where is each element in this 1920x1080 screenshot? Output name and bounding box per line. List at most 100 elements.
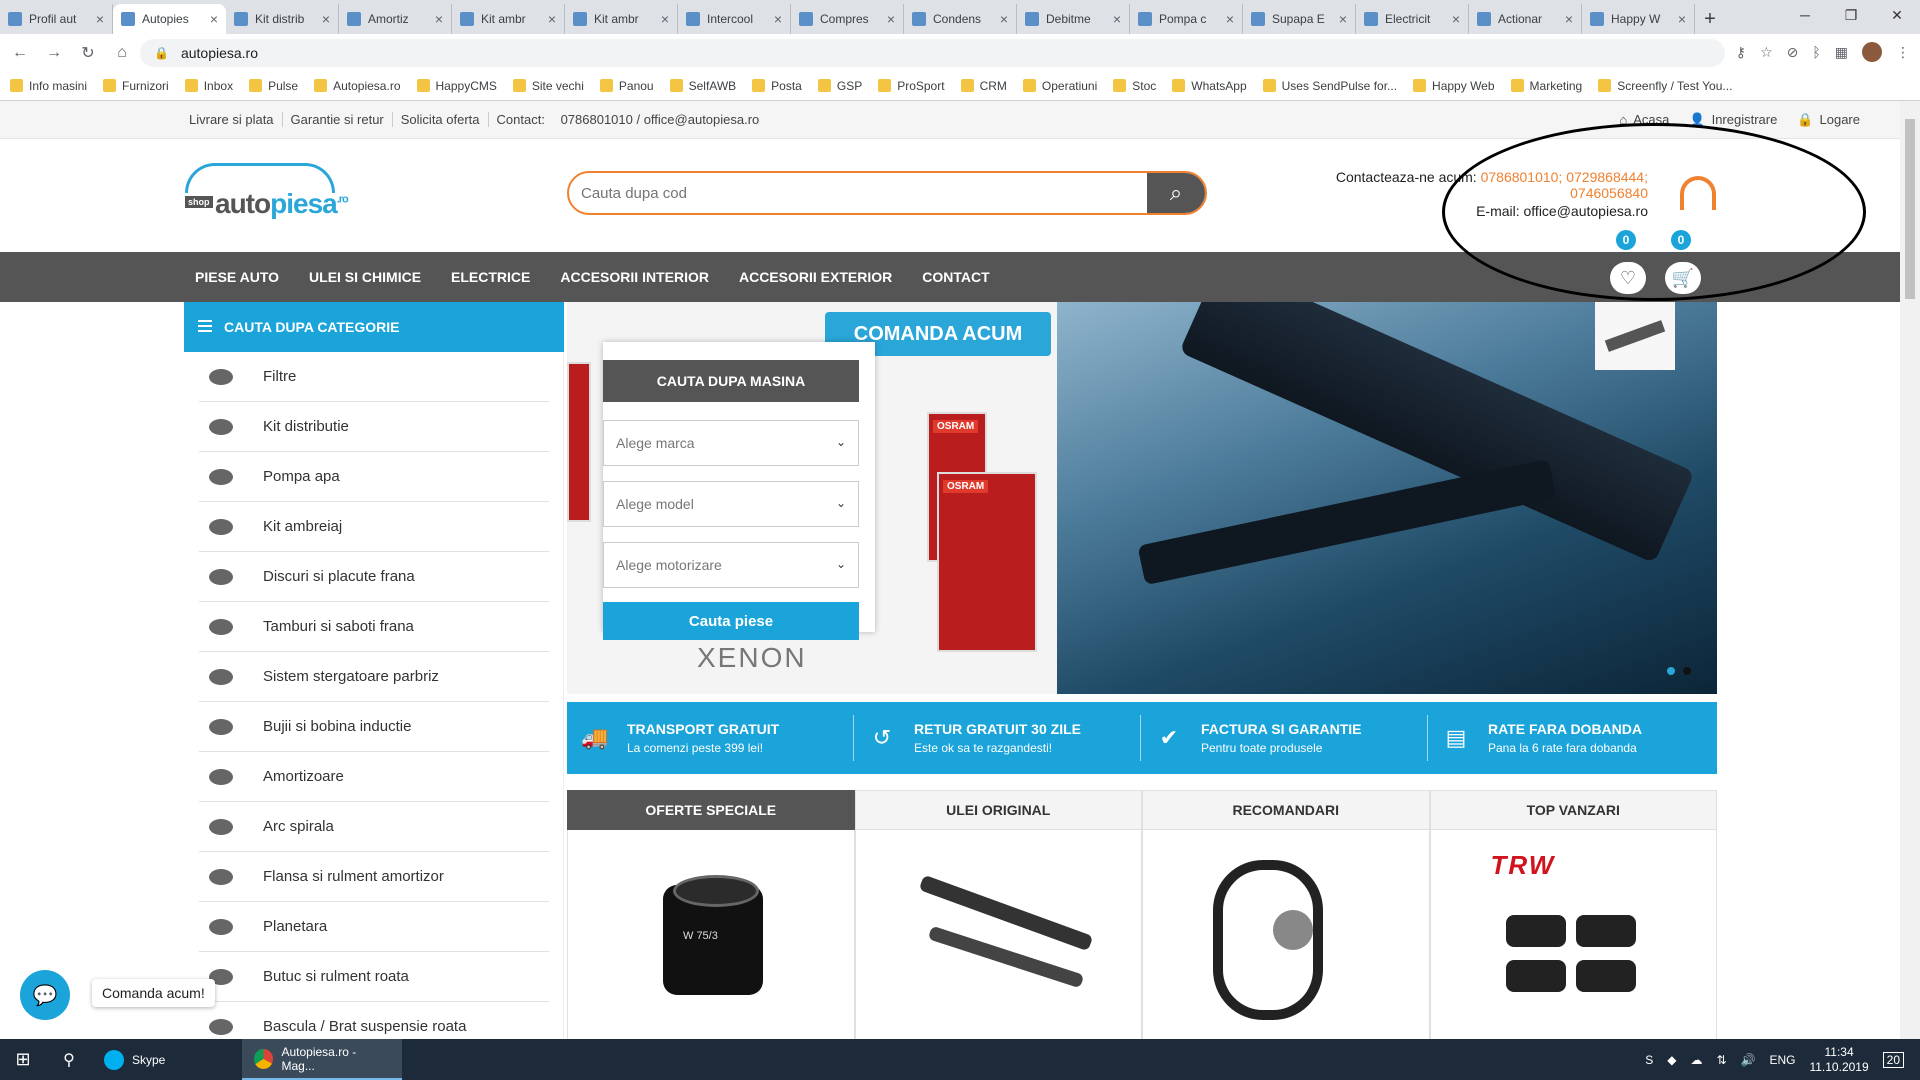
bookmark-item[interactable]: ProSport — [878, 79, 945, 93]
bookmark-item[interactable]: Operatiuni — [1022, 79, 1097, 93]
bookmark-item[interactable]: Screenfly / Test You... — [1598, 79, 1732, 93]
bookmark-item[interactable]: Posta — [752, 79, 802, 93]
clock[interactable]: 11:34 11.10.2019 — [1809, 1045, 1868, 1075]
tab-close-icon[interactable]: × — [322, 11, 330, 27]
skype-tray-icon[interactable]: S — [1645, 1053, 1653, 1067]
browser-tab[interactable]: Supapa E × — [1243, 4, 1356, 34]
browser-tab[interactable]: Intercool × — [678, 4, 791, 34]
tab-close-icon[interactable]: × — [1226, 11, 1234, 27]
browser-tab[interactable]: Condens × — [904, 4, 1017, 34]
bookmark-item[interactable]: Inbox — [184, 79, 233, 93]
product-tab[interactable]: TOP VANZARI — [1429, 790, 1717, 830]
tab-close-icon[interactable]: × — [1113, 11, 1121, 27]
browser-tab[interactable]: Pompa c × — [1130, 4, 1243, 34]
menu-item[interactable]: ELECTRICE — [451, 269, 530, 285]
address-bar[interactable]: 🔒 autopiesa.ro — [140, 39, 1725, 67]
category-item[interactable]: Pompa apa — [199, 452, 549, 502]
tab-close-icon[interactable]: × — [1339, 11, 1347, 27]
bookmark-item[interactable]: Marketing — [1510, 79, 1582, 93]
site-logo[interactable]: shop autopiesa.ro — [185, 163, 349, 219]
browser-tab[interactable]: Electricit × — [1356, 4, 1469, 34]
windows-start-icon[interactable]: ⊞ — [0, 1039, 46, 1080]
menu-item[interactable]: ACCESORII EXTERIOR — [739, 269, 892, 285]
category-item[interactable]: Amortizoare — [199, 752, 549, 802]
bookmark-item[interactable]: SelfAWB — [669, 79, 736, 93]
menu-item[interactable]: ACCESORII INTERIOR — [560, 269, 709, 285]
product-tab[interactable]: ULEI ORIGINAL — [854, 790, 1142, 830]
category-item[interactable]: Bujii si bobina inductie — [199, 702, 549, 752]
link-oferta[interactable]: Solicita oferta — [393, 112, 489, 127]
cart-button[interactable]: 🛒 — [1665, 262, 1701, 294]
minimize-icon[interactable]: ─ — [1782, 0, 1828, 30]
category-item[interactable]: Flansa si rulment amortizor — [199, 852, 549, 902]
page-scrollbar[interactable] — [1900, 101, 1920, 1039]
back-icon[interactable]: ← — [6, 44, 34, 62]
reload-icon[interactable]: ↻ — [74, 43, 102, 63]
bookmark-item[interactable]: Pulse — [249, 79, 298, 93]
product-card-brake-pads[interactable]: TRW — [1429, 830, 1717, 1039]
menu-item[interactable]: PIESE AUTO — [195, 269, 279, 285]
slider-dot-active[interactable] — [1683, 667, 1691, 675]
product-tab[interactable]: OFERTE SPECIALE — [567, 790, 855, 830]
new-tab-button[interactable]: + — [1695, 4, 1725, 34]
category-item[interactable]: Sistem stergatoare parbriz — [199, 652, 549, 702]
cloud-icon[interactable]: ☁ — [1690, 1053, 1702, 1067]
browser-tab[interactable]: Compres × — [791, 4, 904, 34]
tab-close-icon[interactable]: × — [1000, 11, 1008, 27]
slide-thumbnail[interactable] — [1595, 302, 1675, 370]
contact-email[interactable]: E-mail: office@autopiesa.ro — [1476, 203, 1648, 219]
category-item[interactable]: Bascula / Brat suspensie roata — [199, 1002, 549, 1039]
browser-tab[interactable]: Autopies × — [113, 4, 226, 34]
menu-item[interactable]: ULEI SI CHIMICE — [309, 269, 421, 285]
link-livrare[interactable]: Livrare si plata — [189, 112, 283, 127]
chat-button[interactable]: 💬 — [20, 970, 70, 1020]
taskbar-app-skype[interactable]: Skype — [92, 1039, 242, 1080]
tab-close-icon[interactable]: × — [1565, 11, 1573, 27]
tab-close-icon[interactable]: × — [1452, 11, 1460, 27]
forward-icon[interactable]: → — [40, 44, 68, 62]
bookmark-item[interactable]: GSP — [817, 79, 862, 93]
search-button[interactable]: ⌕ — [1147, 173, 1205, 213]
tab-close-icon[interactable]: × — [887, 11, 895, 27]
browser-tab[interactable]: Debitme × — [1017, 4, 1130, 34]
tab-close-icon[interactable]: × — [435, 11, 443, 27]
bookmark-item[interactable]: Furnizori — [103, 79, 169, 93]
bookmark-item[interactable]: Site vechi — [512, 79, 584, 93]
bluetooth-icon[interactable]: ᛒ — [1812, 44, 1820, 60]
tab-close-icon[interactable]: × — [774, 11, 782, 27]
browser-tab[interactable]: Amortiz × — [339, 4, 452, 34]
product-tab[interactable]: RECOMANDARI — [1142, 790, 1430, 830]
category-item[interactable]: Arc spirala — [199, 802, 549, 852]
bookmark-item[interactable]: Panou — [599, 79, 654, 93]
contact-phones-1[interactable]: 0786801010; 0729868444; — [1481, 169, 1648, 185]
wishlist-button[interactable]: ♡ — [1610, 262, 1646, 294]
contact-phones-2[interactable]: 0746056840 — [1570, 185, 1648, 201]
network-icon[interactable]: ⇅ — [1716, 1053, 1726, 1067]
product-card-wipers[interactable] — [854, 830, 1142, 1039]
tab-close-icon[interactable]: × — [548, 11, 556, 27]
browser-tab[interactable]: Profil aut × — [0, 4, 113, 34]
block-icon[interactable]: ⊘ — [1787, 44, 1799, 61]
close-window-icon[interactable]: ✕ — [1874, 0, 1920, 30]
profile-avatar[interactable] — [1862, 42, 1882, 62]
search-parts-button[interactable]: Cauta piese — [603, 602, 859, 640]
bookmark-item[interactable]: Happy Web — [1413, 79, 1495, 93]
link-garantie[interactable]: Garantie si retur — [283, 112, 393, 127]
menu-kebab-icon[interactable]: ⋮ — [1896, 44, 1910, 61]
link-inregistrare[interactable]: 👤 Inregistrare — [1689, 112, 1777, 128]
category-item[interactable]: Discuri si placute frana — [199, 552, 549, 602]
category-item[interactable]: Kit ambreiaj — [199, 502, 549, 552]
browser-tab[interactable]: Kit ambr × — [565, 4, 678, 34]
select-brand[interactable]: Alege marca ⌄ — [603, 420, 859, 466]
dropbox-icon[interactable]: ◆ — [1667, 1053, 1676, 1067]
chat-label[interactable]: Comanda acum! — [92, 979, 215, 1007]
tab-close-icon[interactable]: × — [661, 11, 669, 27]
tab-close-icon[interactable]: × — [210, 11, 218, 27]
search-input[interactable] — [569, 173, 1147, 213]
home-icon[interactable]: ⌂ — [108, 44, 136, 62]
taskbar-search-icon[interactable]: ⚲ — [46, 1039, 92, 1080]
category-item[interactable]: Planetara — [199, 902, 549, 952]
restore-icon[interactable]: ❐ — [1828, 0, 1874, 30]
scrollbar-thumb[interactable] — [1905, 119, 1915, 299]
category-item[interactable]: Tamburi si saboti frana — [199, 602, 549, 652]
